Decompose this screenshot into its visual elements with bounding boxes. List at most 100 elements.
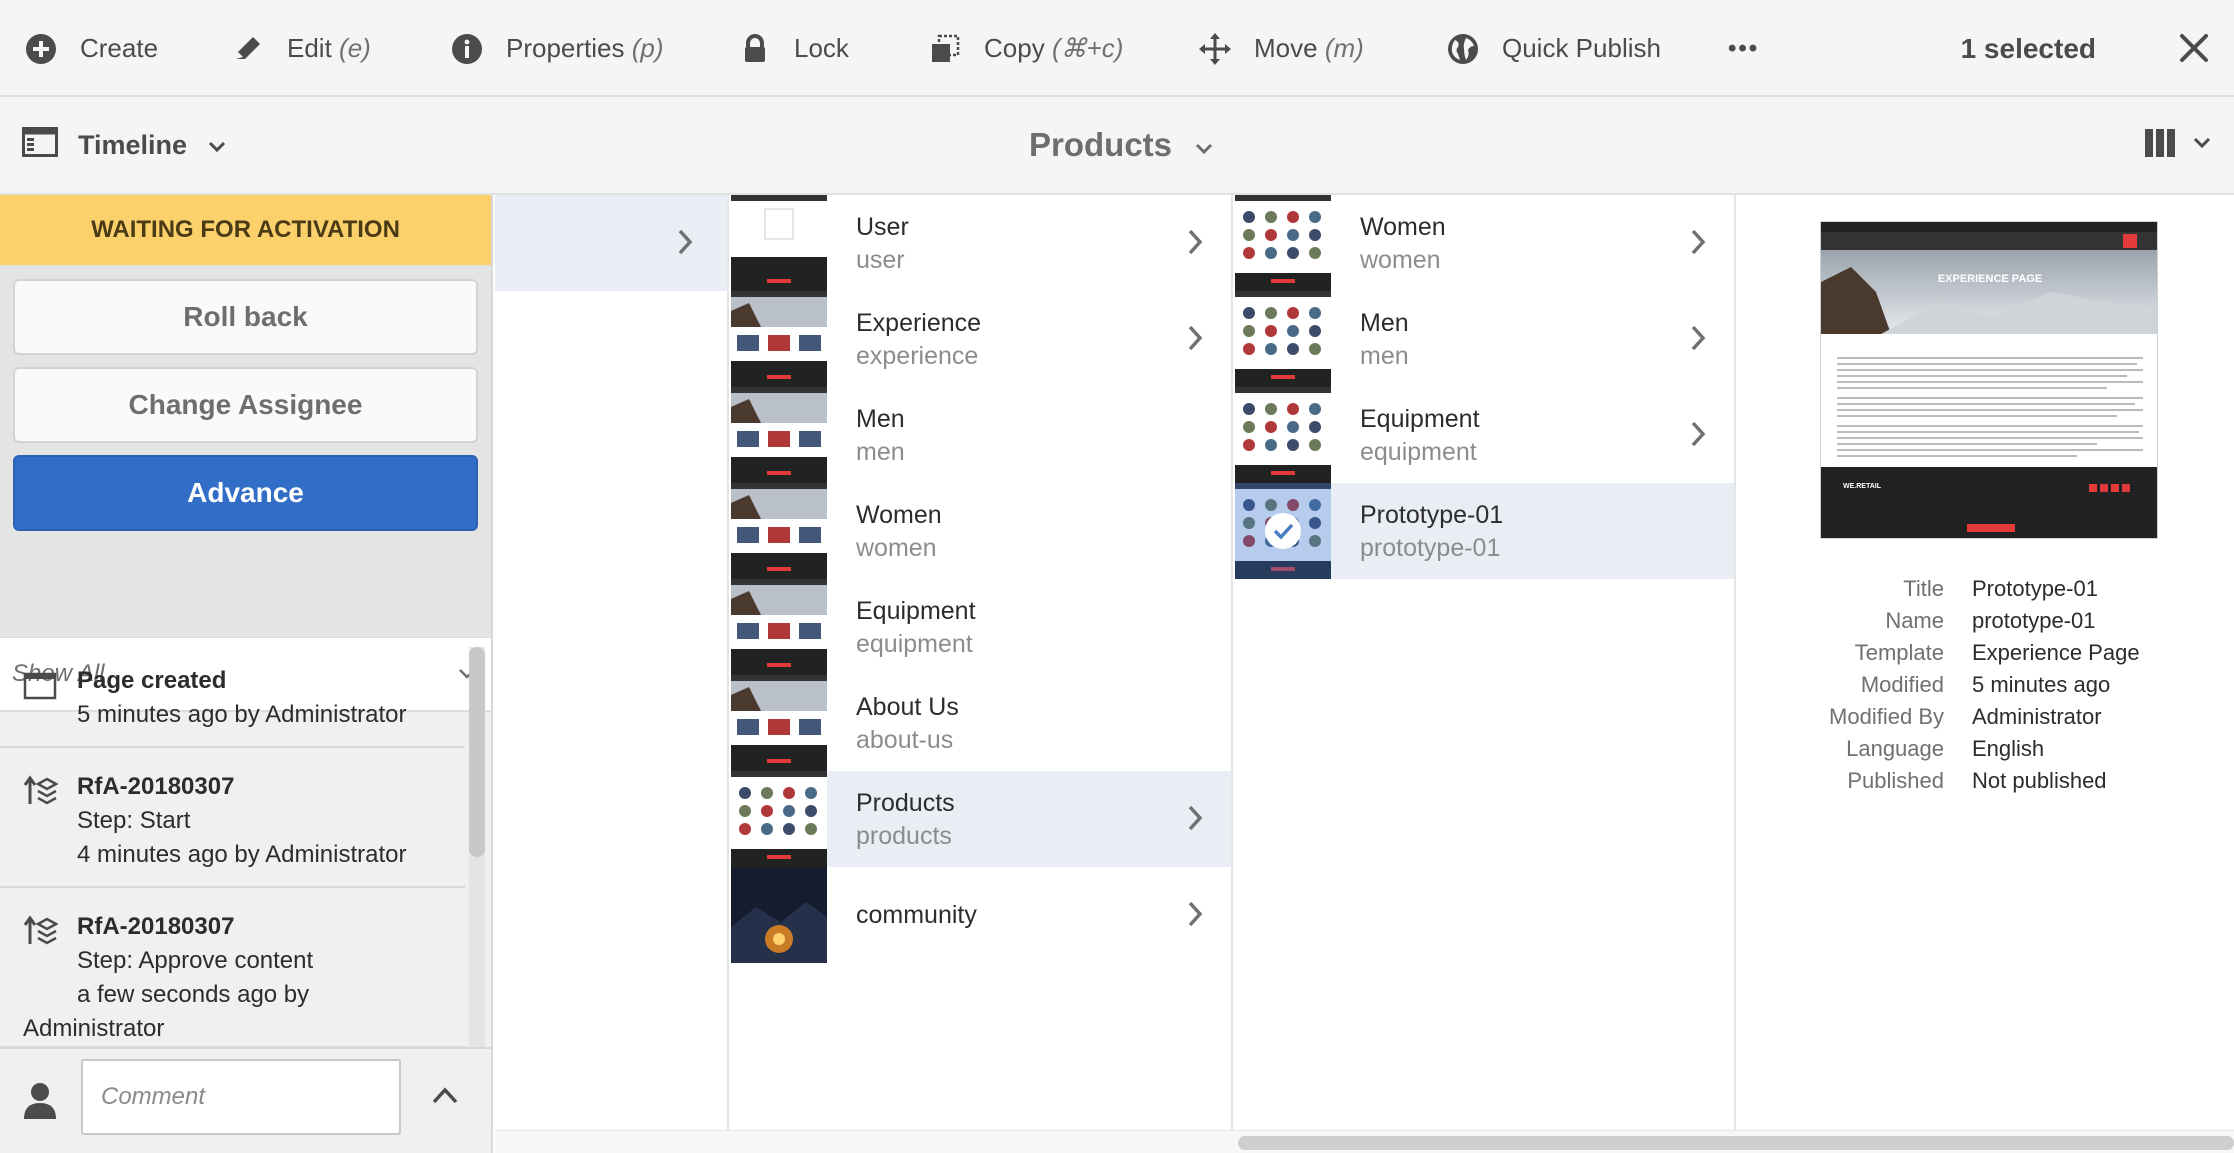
column-item[interactable]: Equipment equipment [1235,387,1734,483]
properties-label: Properties [506,33,625,63]
column-item[interactable]: Equipment equipment [731,579,1231,675]
property-row: Published Not published [1738,765,2234,797]
column-item[interactable]: Men men [731,387,1231,483]
timeline-event-detail: a few seconds ago by [77,981,310,1008]
edit-button[interactable]: Edit (e) [231,0,371,97]
preview-heading: EXPERIENCE PAGE [1938,273,2042,285]
page-icon [22,668,58,704]
chevron-right-icon[interactable] [1185,801,1205,840]
column-item-title: Products [856,789,955,817]
column-item-name: men [856,438,905,466]
column-view-icon [2144,127,2176,164]
properties-shortcut: (p) [631,33,664,63]
chevron-down-icon [2192,136,2212,155]
chevron-down-icon [1194,126,1214,164]
column-item[interactable]: Experience experience [731,291,1231,387]
more-actions-button[interactable]: ••• [1728,0,1759,97]
chevron-right-icon [675,225,695,264]
close-selection-icon[interactable] [2176,30,2212,66]
column-item[interactable]: Women women [1235,195,1734,291]
timeline-event-detail: Step: Start [77,807,191,834]
globe-icon [1446,32,1480,66]
rail-toggle-button[interactable]: Timeline [22,97,227,193]
comment-bar [0,1047,491,1153]
column-item[interactable]: Men men [1235,291,1734,387]
property-value: Prototype-01 [1972,576,2098,601]
column-item-title: User [856,213,909,241]
horizontal-scrollbar[interactable] [495,1130,2234,1153]
page-title-button[interactable]: Products [1029,97,1214,193]
view-switcher-button[interactable] [2144,97,2212,193]
property-key: Language [1846,736,1944,761]
lock-button[interactable]: Lock [738,0,849,97]
column-item[interactable]: User user [731,195,1231,291]
chevron-right-icon[interactable] [1185,225,1205,264]
column-item-name: women [1360,246,1441,274]
timeline-list: Page created 5 minutes ago by Administra… [0,642,465,1047]
comment-input[interactable] [81,1059,401,1135]
chevron-right-icon[interactable] [1185,321,1205,360]
page-thumbnail [731,867,827,963]
checkmark-icon[interactable] [1265,513,1301,549]
workflow-actions: Roll back Change Assignee Advance [0,265,491,637]
advance-button[interactable]: Advance [13,455,478,531]
rollback-button[interactable]: Roll back [13,279,478,355]
move-button[interactable]: Move (m) [1198,0,1364,97]
column-site: User user Experience experience Men men Women w… [731,195,1233,1130]
copy-button[interactable]: Copy (⌘+c) [928,0,1123,97]
page-thumbnail [1235,291,1331,387]
page-thumbnail [731,291,827,387]
property-key: Title [1903,576,1944,601]
property-row: Template Experience Page [1738,637,2234,669]
copy-icon [928,32,962,66]
page-thumbnail [731,483,827,579]
properties-list: Title Prototype-01 Name prototype-01 Templat… [1738,573,2234,797]
change-assignee-button[interactable]: Change Assignee [13,367,478,443]
chevron-right-icon[interactable] [1688,417,1708,456]
chevron-right-icon[interactable] [1688,321,1708,360]
timeline-scrollbar-thumb[interactable] [469,647,485,857]
property-value: 5 minutes ago [1972,672,2111,697]
property-row: Name prototype-01 [1738,605,2234,637]
column-item-name: equipment [1360,438,1477,466]
column-item-parent[interactable] [495,195,727,291]
column-item-name: about-us [856,726,954,754]
title-bar: Timeline Products [0,97,2234,195]
column-item[interactable]: About Us about-us [731,675,1231,771]
column-item-title: Men [856,405,905,433]
action-bar: Create Edit (e) Properties (p) Lock Copy… [0,0,2234,97]
column-root [495,195,729,1130]
page-thumbnail [1235,483,1331,579]
edit-shortcut: (e) [339,33,371,63]
property-value: prototype-01 [1972,608,2096,633]
chevron-up-icon[interactable] [428,1079,462,1113]
column-item-name: equipment [856,630,973,658]
property-value: English [1972,736,2045,761]
rail-panel-icon [22,126,58,164]
column-item-name: prototype-01 [1360,534,1501,562]
quick-publish-button[interactable]: Quick Publish [1446,0,1661,97]
timeline-rail: WAITING FOR ACTIVATION Roll back Change … [0,195,493,1153]
user-icon [22,1081,58,1121]
property-key: Name [1885,608,1944,633]
info-icon [450,32,484,66]
property-key: Template [1854,640,1944,665]
timeline-scrollbar[interactable] [469,647,485,1055]
chevron-right-icon[interactable] [1688,225,1708,264]
preview-brand: WE.RETAIL [1843,483,1882,490]
column-item[interactable]: Women women [731,483,1231,579]
horizontal-scrollbar-thumb[interactable] [1238,1136,2234,1150]
page-thumbnail [731,195,827,291]
column-item-title: Experience [856,309,982,337]
column-item-name: experience [856,342,979,370]
plus-circle-icon [24,32,58,66]
column-item-name: user [856,246,905,274]
copy-label: Copy [984,33,1045,63]
chevron-right-icon[interactable] [1185,897,1205,936]
properties-button[interactable]: Properties (p) [450,0,664,97]
column-item[interactable]: Prototype-01 prototype-01 [1235,483,1734,579]
timeline-event-detail: Administrator [23,1015,165,1042]
column-item[interactable]: Products products [731,771,1231,867]
create-button[interactable]: Create [24,0,158,97]
column-item[interactable]: community [731,867,1231,963]
